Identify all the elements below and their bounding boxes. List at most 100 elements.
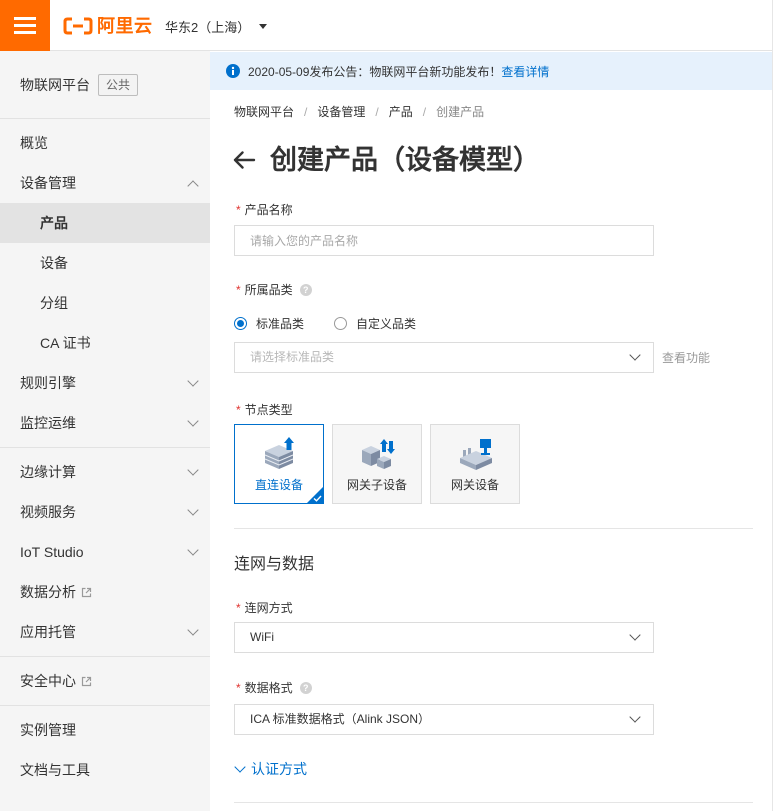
- sidebar-item-label: 数据分析: [20, 584, 76, 600]
- breadcrumb-separator: /: [304, 105, 308, 119]
- question-icon[interactable]: ?: [299, 682, 312, 694]
- question-icon[interactable]: ?: [299, 284, 312, 296]
- radio-checked-icon[interactable]: [234, 316, 247, 330]
- view-features-link[interactable]: 查看功能: [662, 350, 710, 366]
- breadcrumb-item[interactable]: 设备管理: [317, 103, 365, 121]
- sidebar-item-monitoring[interactable]: 监控运维: [0, 403, 210, 443]
- sidebar-item-label: 产品: [40, 215, 68, 231]
- sidebar-item-rule-engine[interactable]: 规则引擎: [0, 363, 210, 403]
- direct-device-icon: [262, 437, 298, 471]
- aliyun-logo[interactable]: 阿里云: [63, 15, 153, 37]
- sidebar-item-label: 监控运维: [20, 415, 76, 431]
- card-label: 网关子设备: [346, 478, 407, 492]
- region-selector[interactable]: 华东2（上海）: [165, 17, 268, 35]
- sidebar-item-instance-management[interactable]: 实例管理: [0, 710, 210, 750]
- radio-unchecked-icon[interactable]: [334, 316, 348, 330]
- chevron-up-icon: [187, 180, 199, 192]
- sidebar-item-app-hosting[interactable]: 应用托管: [0, 612, 210, 652]
- sidebar-item-docs-tools[interactable]: 文档与工具: [0, 750, 210, 790]
- sidebar-item-label: 规则引擎: [20, 375, 76, 391]
- sidebar-item-video-service[interactable]: 视频服务: [0, 492, 210, 532]
- radio-label: 自定义品类: [356, 316, 417, 331]
- sidebar-item-ca-certificate[interactable]: CA 证书: [0, 323, 210, 363]
- required-mark: *: [236, 203, 241, 217]
- chevron-down-icon: [629, 629, 641, 641]
- node-type-card-direct-device[interactable]: 直连设备: [234, 424, 324, 504]
- label-text: 产品名称: [244, 203, 293, 217]
- sidebar-item-device-management[interactable]: 设备管理: [0, 163, 210, 203]
- chevron-down-icon: [187, 464, 199, 476]
- required-mark: *: [236, 403, 241, 417]
- radio-standard-category[interactable]: 标准品类: [234, 315, 304, 332]
- selected-check-icon: [307, 487, 323, 503]
- section-title: 连网与数据: [234, 556, 315, 573]
- chevron-down-icon: [187, 375, 199, 387]
- top-header: 阿里云 华东2（上海）: [0, 0, 773, 51]
- node-type-card-gateway-sub-device[interactable]: 网关子设备: [332, 424, 422, 504]
- sidebar-item-label: 视频服务: [20, 504, 76, 520]
- sidebar-product-badge: 公共: [98, 73, 139, 96]
- logo-text: 阿里云: [97, 16, 153, 36]
- chevron-down-icon: [629, 349, 641, 361]
- sidebar-item-groups[interactable]: 分组: [0, 283, 210, 323]
- select-value: WiFi: [250, 630, 274, 644]
- sidebar-group: 实例管理 文档与工具: [0, 705, 210, 794]
- hamburger-menu-icon[interactable]: [0, 0, 50, 51]
- breadcrumb-item[interactable]: 物联网平台: [234, 103, 294, 121]
- sidebar-item-label: 安全中心: [20, 673, 76, 689]
- sidebar-item-label: 设备: [40, 255, 68, 271]
- sidebar-item-label: 设备管理: [20, 175, 76, 191]
- breadcrumb: 物联网平台 / 设备管理 / 产品 / 创建产品: [234, 103, 484, 121]
- page-title-row: 创建产品（设备模型）: [232, 143, 540, 177]
- sidebar-item-data-analysis[interactable]: 数据分析: [0, 572, 210, 612]
- category-label: * 所属品类 ?: [234, 282, 312, 298]
- caret-down-icon: [259, 23, 268, 29]
- region-label: 华东2（上海）: [165, 19, 251, 35]
- gateway-device-icon: [458, 437, 494, 471]
- radio-custom-category[interactable]: 自定义品类: [334, 315, 416, 332]
- sidebar-item-products[interactable]: 产品: [0, 203, 210, 243]
- sidebar-item-label: 概览: [20, 135, 48, 151]
- sidebar-item-security-center[interactable]: 安全中心: [0, 661, 210, 701]
- external-link-icon: [81, 587, 92, 598]
- gateway-sub-device-icon: [360, 437, 396, 471]
- sidebar-item-label: CA 证书: [40, 335, 91, 351]
- data-format-select[interactable]: ICA 标准数据格式（Alink JSON）: [234, 704, 654, 735]
- sidebar-item-iot-studio[interactable]: IoT Studio: [0, 532, 210, 572]
- product-name-label: * 产品名称: [234, 202, 293, 218]
- required-mark: *: [236, 283, 241, 297]
- product-name-input[interactable]: [234, 225, 654, 256]
- sidebar-item-label: IoT Studio: [20, 544, 84, 560]
- chevron-down-icon: [187, 544, 199, 556]
- sidebar-item-edge-computing[interactable]: 边缘计算: [0, 452, 210, 492]
- section-divider: [234, 528, 753, 529]
- notice-banner: 2020-05-09发布公告：物联网平台新功能发布！ 查看详情: [210, 52, 772, 90]
- required-mark: *: [236, 601, 241, 615]
- sidebar-item-label: 实例管理: [20, 722, 76, 738]
- category-radio-group: 标准品类 自定义品类: [234, 315, 446, 331]
- breadcrumb-separator: /: [422, 105, 427, 119]
- sidebar: 物联网平台 公共 概览 设备管理 产品 设备 分组 CA 证书 规则引擎 监控运…: [0, 51, 210, 811]
- standard-category-select[interactable]: 请选择标准品类: [234, 342, 654, 373]
- arrow-left-icon[interactable]: [232, 150, 256, 170]
- breadcrumb-item[interactable]: 产品: [389, 103, 413, 121]
- notice-details-link[interactable]: 查看详情: [501, 63, 549, 80]
- network-method-label: * 连网方式: [234, 600, 293, 616]
- sidebar-item-overview[interactable]: 概览: [0, 123, 210, 163]
- info-icon: [226, 64, 240, 78]
- network-method-select[interactable]: WiFi: [234, 622, 654, 653]
- data-format-label: * 数据格式 ?: [234, 680, 312, 696]
- label-text: 所属品类: [244, 283, 293, 297]
- node-type-card-gateway-device[interactable]: 网关设备: [430, 424, 520, 504]
- auth-method-toggle[interactable]: 认证方式: [234, 759, 307, 779]
- main-content: 2020-05-09发布公告：物联网平台新功能发布！ 查看详情 物联网平台 / …: [210, 51, 772, 811]
- aliyun-logo-icon: [63, 17, 93, 35]
- chevron-down-icon: [187, 504, 199, 516]
- radio-label: 标准品类: [256, 316, 305, 331]
- label-text: 连网方式: [244, 601, 293, 615]
- sidebar-item-label: 边缘计算: [20, 464, 76, 480]
- label-text: 数据格式: [244, 681, 293, 695]
- sidebar-item-devices[interactable]: 设备: [0, 243, 210, 283]
- node-type-label: * 节点类型: [234, 402, 293, 418]
- breadcrumb-current: 创建产品: [436, 105, 485, 119]
